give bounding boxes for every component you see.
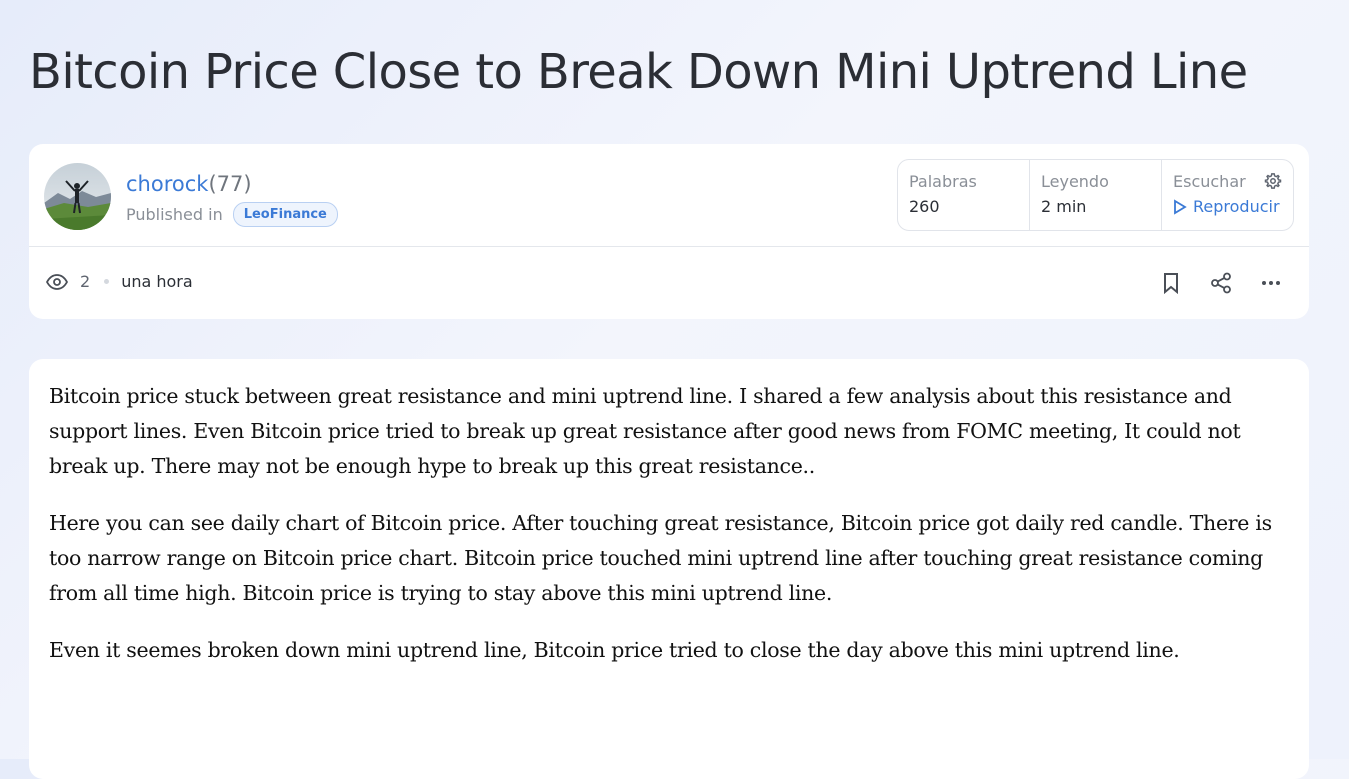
eye-icon: [46, 273, 68, 290]
post-time: una hora: [121, 272, 193, 291]
bookmark-button[interactable]: [1159, 271, 1183, 295]
published-in: Published in LeoFinance: [126, 202, 338, 227]
community-badge[interactable]: LeoFinance: [232, 202, 338, 227]
stat-words: Palabras 260: [898, 160, 1030, 230]
reading-value: 2 min: [1041, 197, 1087, 216]
reading-label: Leyendo: [1041, 172, 1109, 191]
stat-listen: Escuchar Reproducir: [1162, 160, 1293, 230]
author-reputation: (77): [208, 172, 252, 196]
post-actions: [1159, 271, 1283, 295]
words-value: 260: [909, 197, 940, 216]
play-button[interactable]: Reproducir: [1173, 197, 1282, 216]
view-count: 2: [80, 272, 91, 291]
avatar[interactable]: [44, 163, 111, 230]
share-button[interactable]: [1209, 271, 1233, 295]
play-label: Reproducir: [1193, 197, 1280, 216]
stat-reading: Leyendo 2 min: [1030, 160, 1162, 230]
page-title: Bitcoin Price Close to Break Down Mini U…: [29, 44, 1248, 100]
share-icon: [1211, 272, 1231, 294]
author-username[interactable]: chorock: [126, 172, 208, 196]
published-label: Published in: [126, 205, 223, 224]
gear-icon[interactable]: [1264, 172, 1282, 190]
post-stats: Palabras 260 Leyendo 2 min Escuchar Repr…: [897, 159, 1294, 231]
more-icon: [1262, 281, 1280, 285]
paragraph: Even it seemes broken down mini uptrend …: [49, 638, 1180, 662]
paragraph: Bitcoin price stuck between great resist…: [49, 384, 1241, 478]
more-button[interactable]: [1259, 271, 1283, 295]
play-icon: [1174, 198, 1187, 215]
post-meta: 2 una hora: [46, 272, 193, 291]
post-header-card: chorock(77) Published in LeoFinance Pala…: [29, 144, 1309, 319]
header-divider: [29, 246, 1309, 247]
post-body: Bitcoin price stuck between great resist…: [29, 359, 1309, 779]
bookmark-icon: [1164, 273, 1178, 294]
words-label: Palabras: [909, 172, 977, 191]
paragraph: Here you can see daily chart of Bitcoin …: [49, 511, 1272, 605]
author-name[interactable]: chorock(77): [126, 172, 252, 196]
meta-separator: [104, 279, 110, 284]
